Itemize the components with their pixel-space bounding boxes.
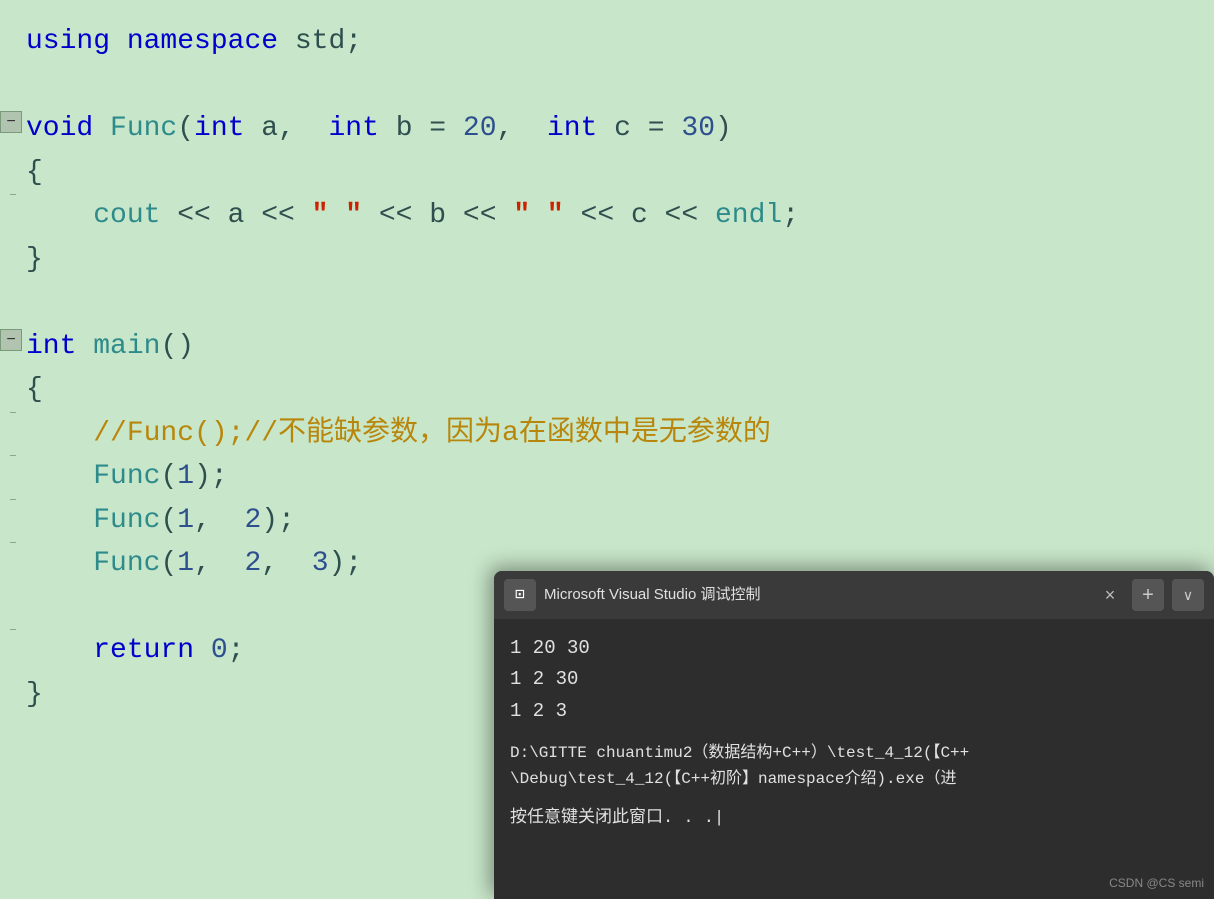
terminal-new-tab-button[interactable]: + [1132, 579, 1164, 611]
call-func3-end: ); [329, 542, 363, 585]
close-brace-2: } [26, 673, 43, 716]
terminal-output-2: 1 2 30 [510, 664, 1198, 695]
terminal-path-2: \Debug\test_4_12(【C++初阶】namespace介绍).exe… [510, 767, 1198, 793]
call-func2-end: ); [261, 499, 295, 542]
param-c-val: 30 [681, 107, 715, 150]
terminal-body: 1 20 30 1 2 30 1 2 3 D:\GITTE chuantimu2… [494, 619, 1214, 899]
call-func1-end: ); [194, 455, 228, 498]
param-a: a, [261, 107, 328, 150]
call-func1-name: Func [93, 455, 160, 498]
comment-text: //Func();//不能缺参数，因为a在函数中是无参数的 [26, 412, 771, 455]
cout-op2: << b << [362, 194, 513, 237]
call-func3-val1: 1 [177, 542, 194, 585]
keyword-return: return [93, 629, 211, 672]
cout-ops: << a << [177, 194, 311, 237]
close-brace-1: } [26, 238, 43, 281]
param-int1: int [194, 107, 261, 150]
func-name-main: main [93, 325, 160, 368]
param-int3: int [547, 107, 614, 150]
cout-semi: ; [782, 194, 799, 237]
terminal-output-3: 1 2 3 [510, 696, 1198, 727]
code-line-close-brace-1: } [0, 238, 1214, 281]
str-space-1: " " [312, 194, 362, 237]
terminal-titlebar: ⊡ Microsoft Visual Studio 调试控制 × + ∨ [494, 571, 1214, 619]
return-semi: ; [228, 629, 245, 672]
identifier-std: std; [295, 20, 362, 63]
keyword-cout: cout [93, 194, 177, 237]
code-line-open-brace-2: { [0, 368, 1214, 411]
func2-indent [26, 499, 93, 542]
func-paren-close: ) [715, 107, 732, 150]
keyword-using: using [26, 20, 127, 63]
terminal-prompt: 按任意键关闭此窗口. . . [510, 806, 1198, 832]
code-line-int-main: − int main () [0, 325, 1214, 368]
open-brace-2: { [26, 368, 43, 411]
code-line-cout: cout << a << " " << b << " " << c << end… [0, 194, 1214, 237]
terminal-title: Microsoft Visual Studio 调试控制 [544, 583, 1088, 606]
func-name-func: Func [110, 107, 177, 150]
call-func2-comma: , [194, 499, 244, 542]
call-func2-name: Func [93, 499, 160, 542]
code-line-void-func: − void Func ( int a, int b = 20 , int c … [0, 107, 1214, 150]
param-b-val: 20 [463, 107, 497, 150]
collapse-void-func[interactable]: − [0, 111, 22, 133]
param-c: c = [614, 107, 681, 150]
call-func3-name: Func [93, 542, 160, 585]
terminal-path-1: D:\GITTE chuantimu2（数据结构+C++）\test_4_12(… [510, 741, 1198, 767]
keyword-endl: endl [715, 194, 782, 237]
terminal-chevron-button[interactable]: ∨ [1172, 579, 1204, 611]
terminal-app-icon: ⊡ [504, 579, 536, 611]
call-func1-args: ( [160, 455, 177, 498]
code-line-func2: Func ( 1 , 2 ); [0, 499, 1214, 542]
cout-indent [26, 194, 93, 237]
func-paren-open: ( [177, 107, 194, 150]
cout-op3: << c << [564, 194, 715, 237]
code-line-using: using namespace std; [0, 20, 1214, 63]
main-parens: () [160, 325, 194, 368]
call-func2-args: ( [160, 499, 177, 542]
param-int2: int [328, 107, 395, 150]
code-line-open-brace-1: { [0, 151, 1214, 194]
keyword-void: void [26, 107, 110, 150]
terminal-close-button[interactable]: × [1096, 581, 1124, 609]
call-func2-val1: 1 [177, 499, 194, 542]
param-b: b = [396, 107, 463, 150]
func1-indent [26, 455, 93, 498]
return-indent [26, 629, 93, 672]
attribution-text: CSDN @CS semi [1109, 874, 1204, 893]
call-func3-val3: 3 [312, 542, 329, 585]
code-line-func1: Func ( 1 ); [0, 455, 1214, 498]
open-brace-1: { [26, 151, 43, 194]
call-func3-args: ( [160, 542, 177, 585]
call-func2-val2: 2 [244, 499, 261, 542]
return-val: 0 [211, 629, 228, 672]
code-editor: using namespace std; − void Func ( int a… [0, 0, 1214, 899]
func3-indent [26, 542, 93, 585]
code-line-comment: //Func();//不能缺参数，因为a在函数中是无参数的 [0, 412, 1214, 455]
keyword-namespace: namespace [127, 20, 295, 63]
call-func3-val2: 2 [244, 542, 261, 585]
terminal-output-1: 1 20 30 [510, 633, 1198, 664]
call-func3-comma1: , [194, 542, 244, 585]
call-func3-comma2: , [261, 542, 311, 585]
terminal-window: ⊡ Microsoft Visual Studio 调试控制 × + ∨ 1 2… [494, 571, 1214, 899]
keyword-int: int [26, 325, 93, 368]
param-comma2: , [497, 107, 547, 150]
call-func1-val: 1 [177, 455, 194, 498]
str-space-2: " " [513, 194, 563, 237]
collapse-main[interactable]: − [0, 329, 22, 351]
